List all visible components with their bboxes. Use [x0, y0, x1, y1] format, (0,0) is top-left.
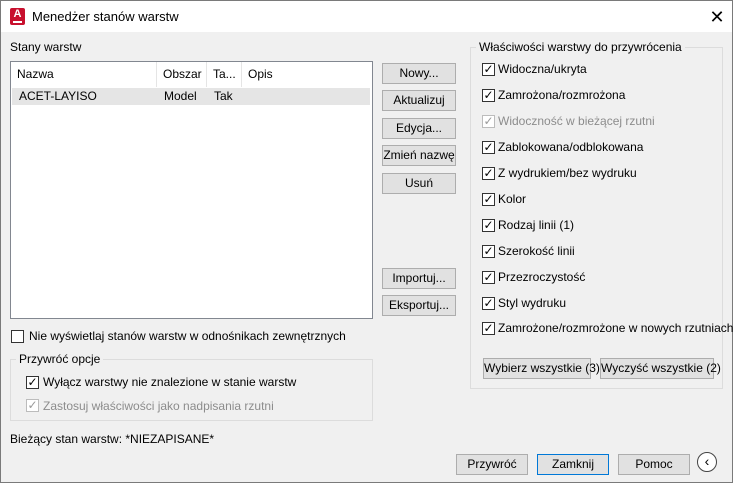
window-title: Menedżer stanów warstw [32, 9, 179, 24]
update-button[interactable]: Aktualizuj [382, 90, 456, 111]
property-checkbox-linetype[interactable] [482, 219, 495, 232]
row-description [242, 88, 249, 105]
chevron-left-icon[interactable]: ‹ [697, 452, 717, 472]
rename-button[interactable]: Zmień nazwę [382, 145, 456, 166]
autocad-app-icon: A [10, 8, 25, 25]
clear-all-button[interactable]: Wyczyść wszystkie (2) [600, 358, 721, 379]
column-header-name[interactable]: Nazwa [11, 62, 157, 87]
property-label-viewport-visibility: Widoczność w bieżącej rzutni [498, 114, 655, 128]
property-checkbox-new-viewport-freeze[interactable] [482, 322, 495, 335]
property-checkbox-lock[interactable] [482, 141, 495, 154]
property-label-plot-style: Styl wydruku [498, 296, 567, 310]
property-label-linetype: Rodzaj linii (1) [498, 218, 575, 232]
property-checkbox-transparency[interactable] [482, 271, 495, 284]
property-label-new-viewport-freeze: Zamrożone/rozmrożone w nowych rzutniach [498, 321, 733, 335]
no-xref-label: Nie wyświetlaj stanów warstw w odnośnika… [29, 329, 346, 343]
export-button[interactable]: Eksportuj... [382, 295, 456, 316]
property-label-freeze: Zamrożona/rozmrożona [498, 88, 626, 102]
column-header-space[interactable]: Obszar [157, 62, 207, 87]
row-space: Model [164, 89, 197, 103]
close-icon[interactable]: ✕ [704, 4, 730, 30]
layer-states-manager-dialog: A Menedżer stanów warstw ✕ Stany warstw … [0, 0, 733, 483]
help-button[interactable]: Pomoc [618, 454, 690, 475]
property-checkbox-viewport-visibility[interactable] [482, 115, 495, 128]
no-xref-checkbox[interactable] [11, 330, 24, 343]
property-checkbox-plot[interactable] [482, 167, 495, 180]
property-label-color: Kolor [498, 192, 527, 206]
property-label-visibility: Widoczna/ukryta [498, 62, 587, 76]
properties-title: Właściwości warstwy do przywrócenia [476, 40, 685, 54]
import-button[interactable]: Importuj... [382, 268, 456, 289]
current-state-status: Bieżący stan warstw: *NIEZAPISANE* [10, 432, 215, 446]
new-button[interactable]: Nowy... [382, 63, 456, 84]
title-bar: A Menedżer stanów warstw ✕ [1, 1, 732, 32]
select-all-button[interactable]: Wybierz wszystkie (3) [483, 358, 600, 379]
turn-off-missing-layers-label: Wyłącz warstwy nie znalezione w stanie w… [43, 375, 297, 389]
turn-off-missing-layers-checkbox[interactable] [26, 376, 39, 389]
property-label-lineweight: Szerokość linii [498, 244, 575, 258]
close-button[interactable]: Zamknij [537, 454, 609, 475]
property-checkbox-freeze[interactable] [482, 89, 495, 102]
row-name: ACET-LAYISO [19, 89, 97, 103]
apply-overrides-checkbox[interactable] [26, 399, 39, 412]
property-checkbox-plot-style[interactable] [482, 297, 495, 310]
column-header-ta[interactable]: Ta... [207, 62, 242, 87]
layer-states-label: Stany warstw [10, 40, 82, 54]
restore-options-title: Przywróć opcje [16, 352, 104, 366]
column-header-description[interactable]: Opis [242, 62, 370, 87]
property-label-lock: Zablokowana/odblokowana [498, 140, 644, 154]
table-row[interactable]: ACET-LAYISO Model Tak [12, 88, 370, 105]
property-checkbox-lineweight[interactable] [482, 245, 495, 258]
list-header: Nazwa Obszar Ta... Opis [11, 62, 372, 87]
row-ta: Tak [214, 89, 233, 103]
property-label-plot: Z wydrukiem/bez wydruku [498, 166, 637, 180]
restore-button[interactable]: Przywróć [456, 454, 528, 475]
delete-button[interactable]: Usuń [382, 173, 456, 194]
apply-overrides-label: Zastosuj właściwości jako nadpisania rzu… [43, 399, 274, 413]
property-checkbox-visibility[interactable] [482, 63, 495, 76]
property-label-transparency: Przezroczystość [498, 270, 586, 284]
property-checkbox-color[interactable] [482, 193, 495, 206]
layer-states-list[interactable]: Nazwa Obszar Ta... Opis ACET-LAYISO Mode… [10, 61, 373, 319]
edit-button[interactable]: Edycja... [382, 118, 456, 139]
